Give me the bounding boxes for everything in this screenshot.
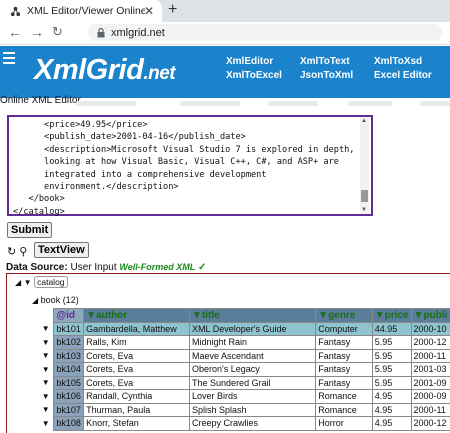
check-icon: ✓ [198,262,207,273]
table-row[interactable]: ▼ bk106 Randall, Cynthia Lover Birds Rom… [38,389,450,404]
nav-link-xmleditor[interactable]: XmlEditor [226,56,273,67]
sort-arrow-icon[interactable]: ◢ [32,296,38,305]
data-source-label: Data Source: [6,262,68,273]
row-toggle-icon[interactable]: ▼ [38,363,54,377]
logo-main: XmlGrid [34,54,144,86]
row-toggle-icon[interactable]: ▼ [38,403,54,417]
scroll-down-icon[interactable]: ▼ [361,207,367,213]
site-logo[interactable]: XmlGrid.net [34,54,176,87]
divider [348,101,392,106]
data-source-line: Data Source: User Input Well-Formed XML … [6,262,206,273]
row-toggle-icon[interactable]: ▼ [38,322,54,336]
nav-link-excel-editor[interactable]: Excel Editor [374,70,432,81]
row-toggle-icon[interactable]: ▼ [38,390,54,404]
logo-suffix: .net [143,63,176,84]
book-table: @id ▼author ▼title ▼genre ▼price ▼publi … [38,308,450,431]
scroll-up-icon[interactable]: ▲ [361,118,367,124]
book-group-label: book (12) [40,295,79,305]
submit-button[interactable]: Submit [7,222,53,238]
lock-icon [97,27,105,37]
row-toggle-icon[interactable]: ▼ [38,376,54,390]
column-header-author[interactable]: ▼author [83,308,191,323]
editor-scrollbar[interactable]: ▲ ▼ [360,117,369,214]
row-toggle-icon[interactable]: ▼ [38,349,54,363]
nav-link-xmltoxsd[interactable]: XmlToXsd [374,56,422,67]
site-favicon-icon [10,6,21,16]
menu-icon[interactable] [3,52,15,67]
divider [268,101,318,106]
url-text: xmlgrid.net [111,26,165,39]
table-row[interactable]: ▼ bk102 Ralls, Kim Midnight Rain Fantasy… [38,335,450,350]
page-subtitle: Online XML Editor [0,95,81,106]
row-toggle-icon[interactable]: ▼ [38,336,54,350]
table-row[interactable]: ▼ bk101 Gambardella, Matthew XML Develop… [38,321,450,336]
catalog-label: catalog [34,276,68,288]
xml-grid-view: ◢ ▼ catalog ◢ book (12) @id ▼author ▼tit… [6,273,450,433]
table-row[interactable]: ▼ bk104 Corets, Eva Oberon's Legacy Fant… [38,362,450,377]
back-arrow-icon[interactable]: ← [8,24,22,40]
sort-down-icon: ▼ [318,309,329,321]
sort-down-icon: ▼ [192,309,202,321]
column-header-genre[interactable]: ▼genre [315,308,373,323]
toolbar-icons: ↻ ⚲ [7,245,27,258]
scrollbar-thumb[interactable] [361,190,368,202]
reload-icon[interactable]: ↻ [52,24,63,40]
site-header: XmlGrid.net XmlEditor XmlToText XmlToXsd… [0,46,450,98]
divider [76,101,136,106]
tab-title: XML Editor/Viewer Online - xmlG [27,5,145,17]
table-row[interactable]: ▼ bk107 Thurman, Paula Splish Splash Rom… [38,402,450,417]
nav-link-xmltotext[interactable]: XmlToText [300,56,350,67]
sort-down-icon: ▼ [413,309,424,321]
new-tab-icon[interactable]: + [168,1,177,19]
sort-down-icon: ▼ [374,309,385,321]
well-formed-status: Well-Formed XML [119,262,196,272]
forward-arrow-icon[interactable]: → [30,24,44,40]
textview-button[interactable]: TextView [34,242,89,258]
column-header-title[interactable]: ▼title [189,308,317,323]
row-toggle-icon[interactable]: ▼ [38,417,54,431]
browser-tab[interactable]: XML Editor/Viewer Online - xmlG ✕ [0,0,162,22]
url-input[interactable]: xmlgrid.net [88,24,442,41]
table-row[interactable]: ▼ bk108 Knorr, Stefan Creepy Crawlies Ho… [38,416,450,431]
sort-arrow-icon[interactable]: ◢ [15,278,21,287]
column-header-publish-date[interactable]: ▼publi [410,308,450,323]
divider [180,101,240,106]
column-header-id[interactable]: @id [53,308,85,323]
column-header-price[interactable]: ▼price [371,308,412,323]
catalog-node[interactable]: ◢ ▼ catalog [15,276,68,288]
table-row[interactable]: ▼ bk105 Corets, Eva The Sundered Grail F… [38,375,450,390]
collapse-toggle-icon[interactable]: ▼ [24,278,32,287]
table-row[interactable]: ▼ bk103 Corets, Eva Maeve Ascendant Fant… [38,348,450,363]
table-header-row: @id ▼author ▼title ▼genre ▼price ▼publi [38,308,450,323]
book-group-node[interactable]: ◢ book (12) [32,295,79,305]
xml-editor-textarea[interactable]: <price>49.95</price> <publish_date>2001-… [7,115,373,217]
data-source-value: User Input [70,262,117,273]
close-tab-icon[interactable]: ✕ [144,4,154,18]
nav-link-jsontoxml[interactable]: JsonToXml [300,70,353,81]
binoculars-icon[interactable]: ⚲ [19,246,27,258]
address-bar-row: ← → ↻ xmlgrid.net [0,22,450,45]
xml-editor-content: <price>49.95</price> <publish_date>2001-… [13,120,355,217]
browser-tabstrip: XML Editor/Viewer Online - xmlG ✕ + [0,0,450,22]
sort-down-icon: ▼ [86,309,97,321]
nav-link-xmltoexcel[interactable]: XmlToExcel [226,70,282,81]
refresh-icon[interactable]: ↻ [7,246,16,258]
divider [420,101,450,106]
